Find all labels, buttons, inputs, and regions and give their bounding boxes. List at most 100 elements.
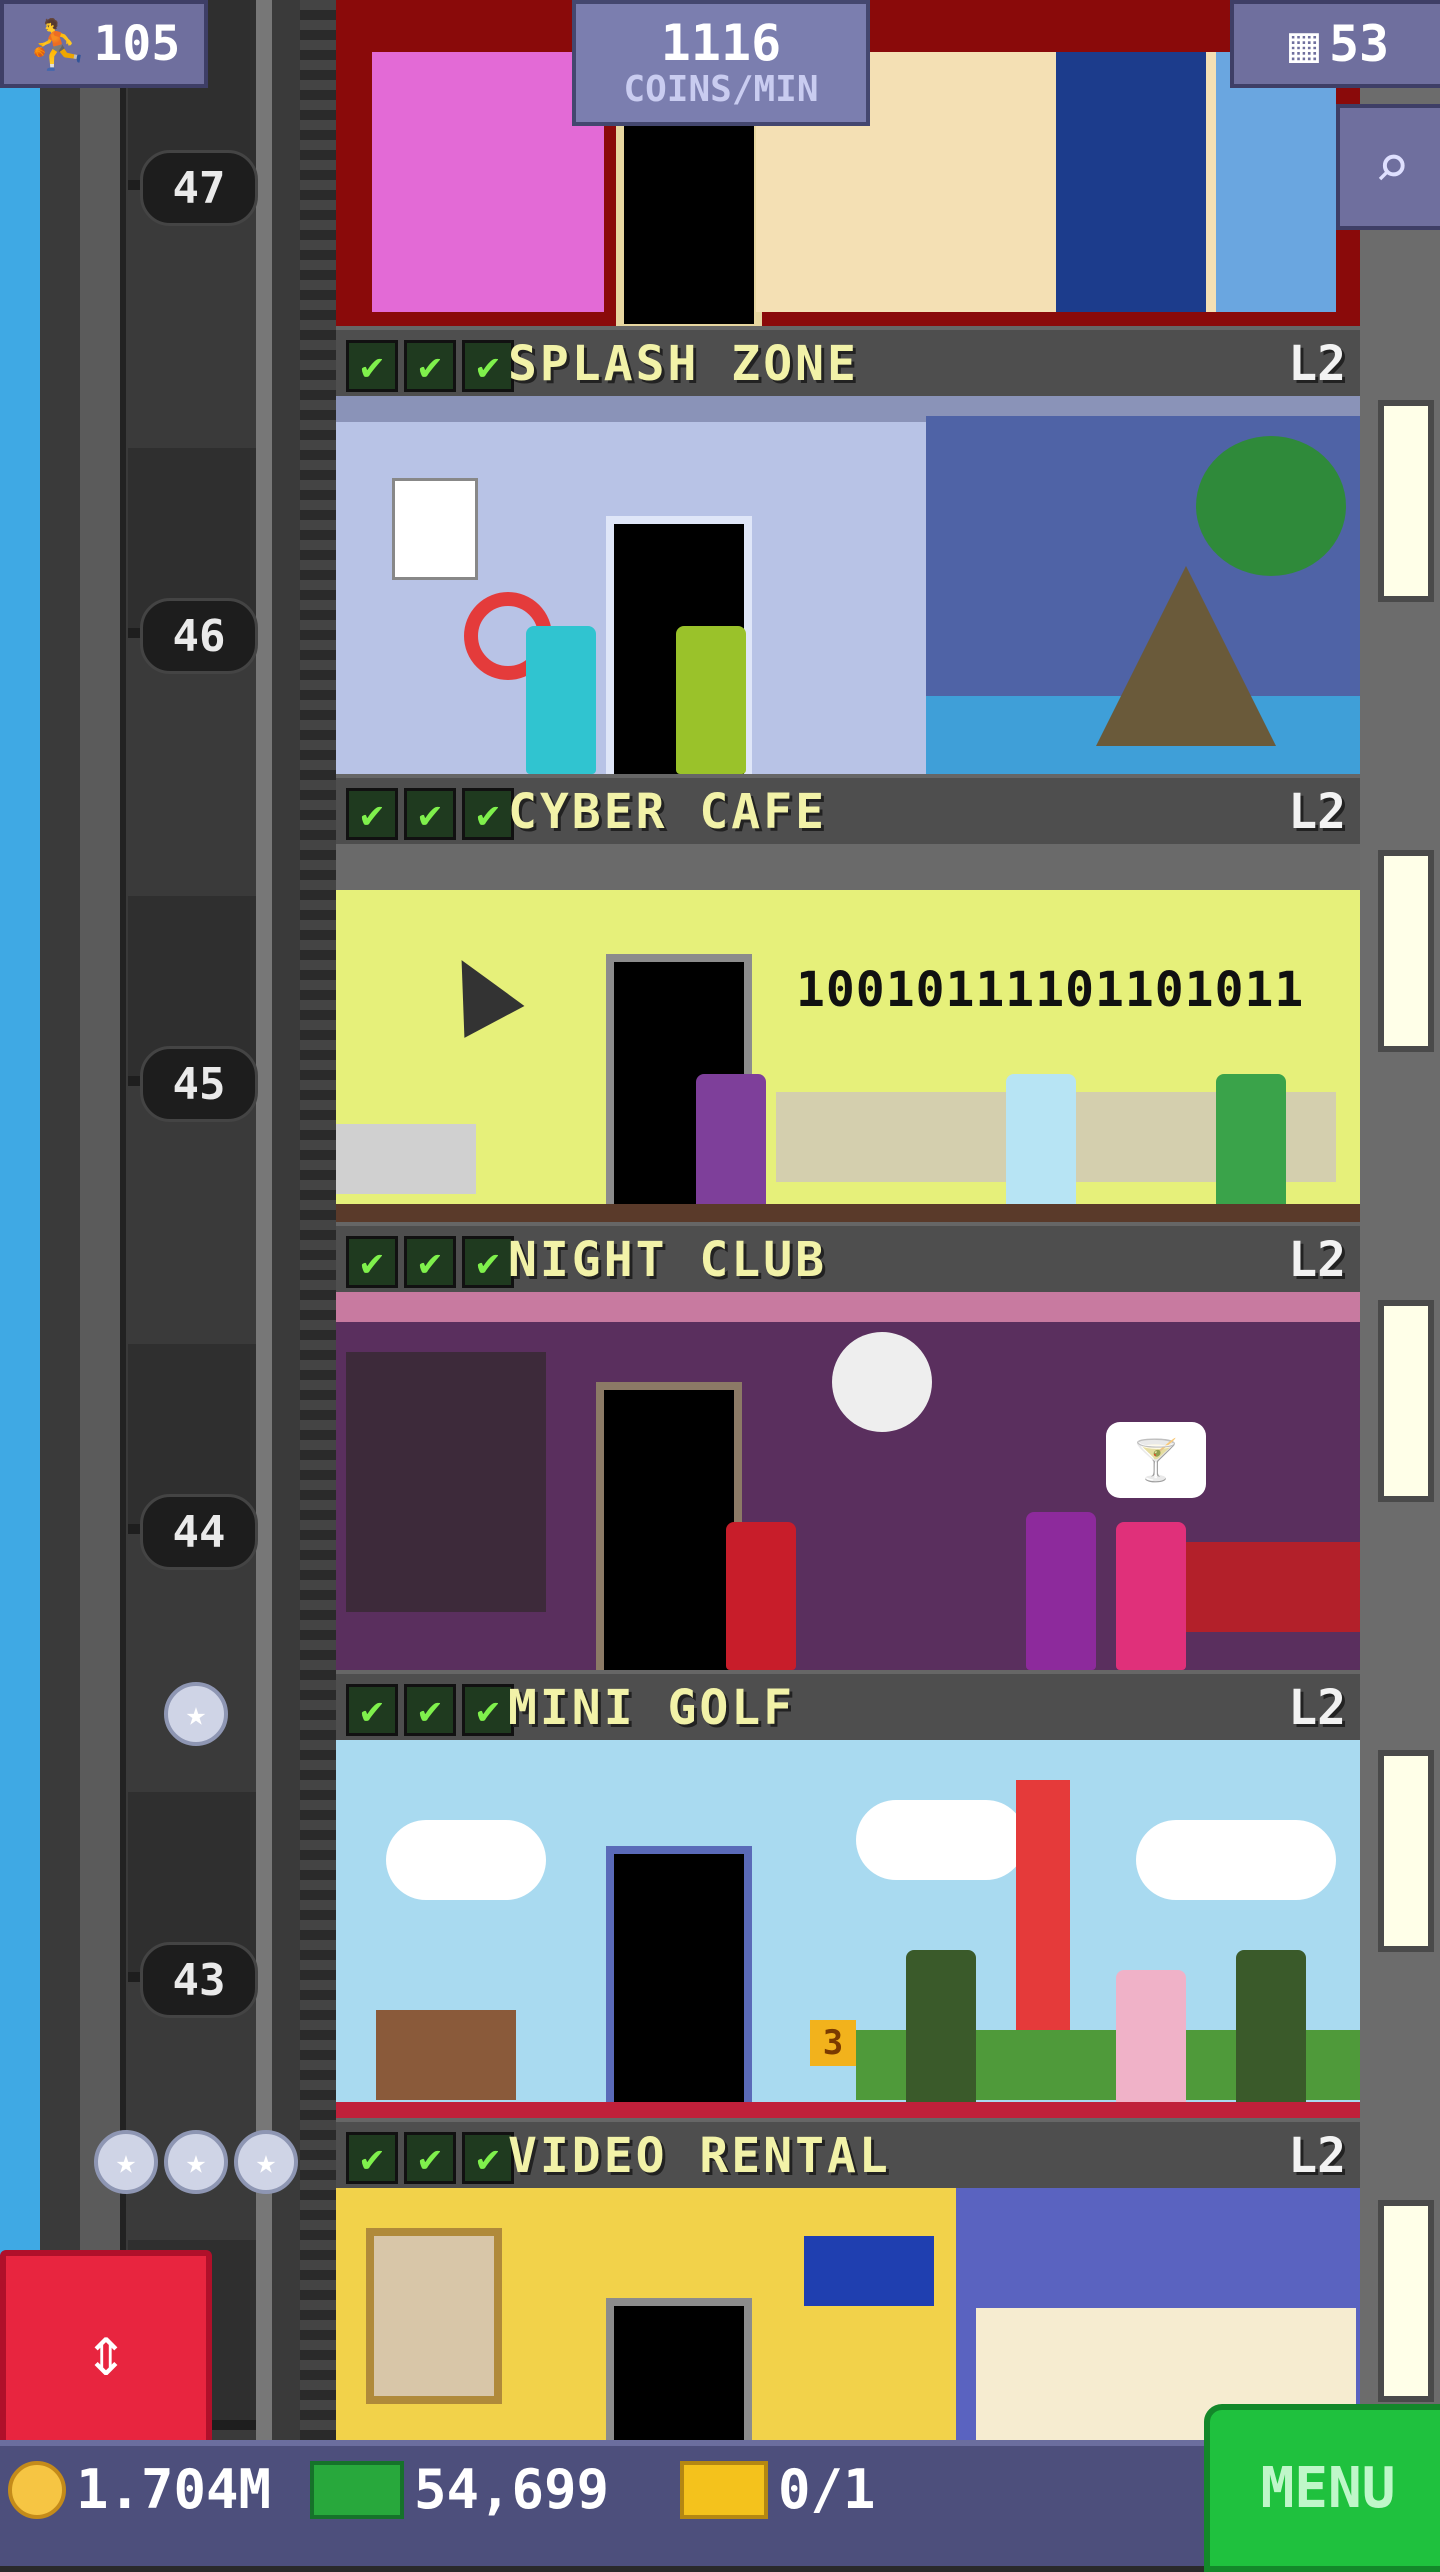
check-icon: ✔: [404, 2132, 456, 2184]
check-icon: ✔: [462, 1236, 514, 1288]
floor-number-45: 45: [140, 1046, 258, 1122]
bitizen[interactable]: [1116, 1522, 1186, 1670]
coins-display[interactable]: 1.704M: [8, 2458, 271, 2521]
star-checks: ✔ ✔ ✔: [346, 1236, 514, 1288]
floor-number-46: 46: [140, 598, 258, 674]
floor-video-rental[interactable]: [336, 2188, 1360, 2456]
ceiling: [336, 1292, 1360, 1322]
star-icon: ★: [234, 2130, 298, 2194]
search-button[interactable]: ⌕: [1336, 104, 1440, 230]
coins-per-minute-label: COINS/MIN: [623, 69, 819, 110]
coins-per-minute-value: 1116: [660, 14, 782, 72]
floor-name: SPLASH ZONE: [508, 336, 859, 392]
elevator-button[interactable]: ⇕: [0, 2250, 212, 2452]
floor-name: VIDEO RENTAL: [508, 2128, 891, 2184]
star-icon: ★: [94, 2130, 158, 2194]
check-icon: ✔: [404, 1684, 456, 1736]
bitizen[interactable]: [1116, 1970, 1186, 2110]
shaft-rail-left: [80, 0, 126, 2440]
floor-number-43: 43: [140, 1942, 258, 2018]
check-icon: ✔: [346, 788, 398, 840]
vip-ticket-icon: [680, 2460, 768, 2519]
floor-number-47: 47: [140, 150, 258, 226]
bitizen[interactable]: [1006, 1074, 1076, 1222]
bitizen[interactable]: [1026, 1512, 1096, 1670]
floor-banner-mini-golf[interactable]: ✔ ✔ ✔ MINI GOLF L2: [336, 1670, 1360, 1744]
elevator-cable-area: [128, 0, 256, 2440]
cloud: [856, 1800, 1026, 1880]
floor-mini-golf[interactable]: 3: [336, 1740, 1360, 2134]
check-icon: ✔: [462, 2132, 514, 2184]
cloud: [1136, 1820, 1336, 1900]
bar-shelves: [346, 1352, 546, 1612]
menu-button[interactable]: MENU: [1204, 2404, 1440, 2572]
red-couch: [1166, 1542, 1360, 1632]
check-icon: ✔: [404, 788, 456, 840]
floor-banner-cyber-cafe[interactable]: ✔ ✔ ✔ CYBER CAFE L2: [336, 774, 1360, 848]
exhibit-pink: [372, 52, 604, 312]
bitizen[interactable]: [1236, 1950, 1306, 2110]
star-checks: ✔ ✔ ✔: [346, 2132, 514, 2184]
floor-level: L2: [1288, 336, 1346, 392]
floor-level: L2: [1288, 784, 1346, 840]
floor-banner-night-club[interactable]: ✔ ✔ ✔ NIGHT CLUB L2: [336, 1222, 1360, 1296]
disco-ball: [832, 1332, 932, 1432]
check-icon: ✔: [462, 1684, 514, 1736]
shaft-edge: [300, 0, 336, 2440]
up-down-arrows-icon: ⇕: [84, 2310, 128, 2392]
star-icon: ★: [164, 2130, 228, 2194]
floor-name: NIGHT CLUB: [508, 1232, 827, 1288]
bitizen[interactable]: [726, 1522, 796, 1670]
floor-counter[interactable]: ▦ 53: [1230, 0, 1440, 88]
star-icon: ★: [164, 1682, 228, 1746]
floor-night-club[interactable]: 🍸: [336, 1292, 1360, 1686]
floor-banner-video-rental[interactable]: ✔ ✔ ✔ VIDEO RENTAL L2: [336, 2118, 1360, 2192]
check-icon: ✔: [346, 1236, 398, 1288]
coins-per-minute[interactable]: 1116 COINS/MIN: [572, 0, 870, 126]
check-icon: ✔: [404, 1236, 456, 1288]
check-icon: ✔: [404, 340, 456, 392]
side-window: [1378, 400, 1434, 602]
star-checks: ✔ ✔ ✔: [346, 1684, 514, 1736]
check-icon: ✔: [346, 2132, 398, 2184]
exhibit-blue: [1056, 52, 1206, 312]
vip-value: 0/1: [778, 2458, 876, 2521]
magnifier-icon: ⌕: [1373, 132, 1411, 202]
side-window: [1378, 1750, 1434, 1952]
bux-display[interactable]: 54,699: [310, 2458, 609, 2521]
side-window: [1378, 850, 1434, 1052]
bitizen[interactable]: [696, 1074, 766, 1222]
door: [606, 2298, 752, 2456]
ceiling: [336, 844, 1360, 890]
coin-icon: [8, 2460, 66, 2519]
floor-name: CYBER CAFE: [508, 784, 827, 840]
star-checks: ✔ ✔ ✔: [346, 788, 514, 840]
bux-value: 54,699: [414, 2458, 610, 2521]
floor-strip: [336, 2102, 1360, 2118]
floor-splash-zone[interactable]: [336, 396, 1360, 790]
check-icon: ✔: [462, 788, 514, 840]
windmill-tower: [1016, 1780, 1070, 2040]
bitizen[interactable]: [1216, 1074, 1286, 1222]
ticket-sign: [796, 2228, 942, 2314]
bux-icon: [310, 2460, 404, 2519]
person-icon: ⛹: [27, 16, 88, 73]
floor-name: MINI GOLF: [508, 1680, 796, 1736]
binary-sign: 10010111101101011: [796, 962, 1305, 1018]
floor-cyber-cafe[interactable]: 10010111101101011: [336, 844, 1360, 1238]
population-counter[interactable]: ⛹ 105: [0, 0, 208, 88]
side-window: [1378, 1300, 1434, 1502]
vip-display[interactable]: 0/1: [680, 2458, 876, 2521]
floor-count-value: 53: [1328, 15, 1390, 73]
cursor-icon: [431, 944, 525, 1038]
door: [596, 1382, 742, 1686]
bitizen[interactable]: [906, 1950, 976, 2110]
floor-level: L2: [1288, 1232, 1346, 1288]
floor-strip: [336, 1204, 1360, 1222]
door: [606, 1846, 752, 2134]
palm-tree: [1196, 436, 1346, 576]
floor-banner-splash-zone[interactable]: ✔ ✔ ✔ SPLASH ZONE L2: [336, 326, 1360, 400]
bitizen[interactable]: [676, 626, 746, 774]
bitizen[interactable]: [526, 626, 596, 774]
cocktail-icon[interactable]: 🍸: [1106, 1422, 1206, 1498]
